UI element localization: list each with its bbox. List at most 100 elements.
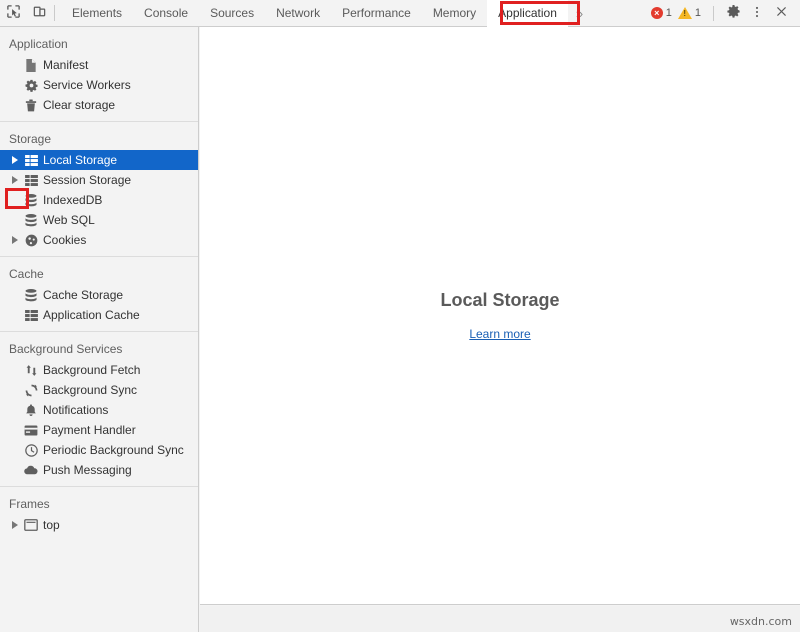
gear-icon: [22, 79, 40, 92]
error-icon: ×: [651, 7, 663, 19]
sidebar-item-label: Background Sync: [40, 383, 137, 397]
tab-memory[interactable]: Memory: [422, 0, 487, 27]
expand-triangle-icon[interactable]: [8, 236, 22, 244]
bell-icon: [22, 404, 40, 417]
application-sidebar: Application Manifest Service Workers: [0, 27, 199, 632]
expand-triangle-icon[interactable]: [8, 521, 22, 529]
sidebar-section-frames: Frames top: [0, 486, 198, 541]
sidebar-item-label: Periodic Background Sync: [40, 443, 184, 457]
sidebar-item-service-workers[interactable]: Service Workers: [0, 75, 198, 95]
sidebar-item-label: Notifications: [40, 403, 108, 417]
sidebar-item-session-storage[interactable]: Session Storage: [0, 170, 198, 190]
clock-icon: [22, 444, 40, 457]
sidebar-item-indexeddb[interactable]: IndexedDB: [0, 190, 198, 210]
kebab-menu-icon: [750, 5, 764, 22]
tab-elements[interactable]: Elements: [61, 0, 133, 27]
sidebar-item-notifications[interactable]: Notifications: [0, 400, 198, 420]
devtools-toolbar: Elements Console Sources Network Perform…: [0, 0, 800, 27]
storage-empty-view: Local Storage Learn more: [200, 27, 800, 605]
sidebar-item-label: Payment Handler: [40, 423, 136, 437]
updown-arrows-icon: [22, 364, 40, 377]
warning-icon: [678, 7, 692, 19]
device-toolbar-icon: [32, 4, 47, 22]
settings-button[interactable]: [722, 2, 744, 24]
page-title: Local Storage: [440, 290, 559, 311]
tab-performance[interactable]: Performance: [331, 0, 422, 27]
table-icon: [22, 175, 40, 186]
error-counter[interactable]: × 1: [651, 7, 672, 19]
sidebar-item-application-cache[interactable]: Application Cache: [0, 305, 198, 325]
trash-icon: [22, 99, 40, 112]
toolbar-divider: [54, 5, 55, 21]
cookie-icon: [22, 234, 40, 247]
toolbar-right-group: × 1 1: [651, 2, 800, 24]
sidebar-item-label: IndexedDB: [40, 193, 102, 207]
sidebar-item-local-storage[interactable]: Local Storage: [0, 150, 198, 170]
tab-network[interactable]: Network: [265, 0, 331, 27]
sync-icon: [22, 384, 40, 397]
table-icon: [22, 310, 40, 321]
sidebar-section-application: Application Manifest Service Workers: [0, 27, 198, 121]
sidebar-section-background-services: Background Services Background Fetch: [0, 331, 198, 486]
section-title-frames: Frames: [0, 487, 198, 515]
sidebar-item-push-messaging[interactable]: Push Messaging: [0, 460, 198, 480]
database-icon: [22, 194, 40, 207]
sidebar-section-cache: Cache Cache Storage Applica: [0, 256, 198, 331]
toolbar-divider-right: [713, 6, 714, 21]
sidebar-item-label: Background Fetch: [40, 363, 140, 377]
sidebar-item-label: Cookies: [40, 233, 86, 247]
panel-footer: [200, 606, 800, 632]
sidebar-item-payment-handler[interactable]: Payment Handler: [0, 420, 198, 440]
sidebar-item-top-frame[interactable]: top: [0, 515, 198, 535]
tab-sources[interactable]: Sources: [199, 0, 265, 27]
sidebar-item-periodic-background-sync[interactable]: Periodic Background Sync: [0, 440, 198, 460]
sidebar-item-cookies[interactable]: Cookies: [0, 230, 198, 250]
close-icon: [775, 5, 788, 21]
learn-more-link[interactable]: Learn more: [469, 327, 530, 341]
sidebar-section-storage: Storage Local Storage Sessi: [0, 121, 198, 256]
expand-triangle-icon[interactable]: [8, 176, 22, 184]
section-title-storage: Storage: [0, 122, 198, 150]
panel-tabs: Elements Console Sources Network Perform…: [61, 0, 591, 27]
table-icon: [22, 155, 40, 166]
database-icon: [22, 289, 40, 302]
sidebar-item-label: Web SQL: [40, 213, 95, 227]
sidebar-item-web-sql[interactable]: Web SQL: [0, 210, 198, 230]
database-icon: [22, 214, 40, 227]
more-options-button[interactable]: [746, 2, 768, 24]
sidebar-item-background-fetch[interactable]: Background Fetch: [0, 360, 198, 380]
sidebar-item-label: Application Cache: [40, 308, 140, 322]
device-toolbar-button[interactable]: [26, 0, 52, 26]
sidebar-item-background-sync[interactable]: Background Sync: [0, 380, 198, 400]
close-devtools-button[interactable]: [770, 2, 792, 24]
sidebar-item-manifest[interactable]: Manifest: [0, 55, 198, 75]
expand-triangle-icon[interactable]: [8, 156, 22, 164]
sidebar-item-label: Cache Storage: [40, 288, 123, 302]
inspect-cursor-icon: [6, 4, 21, 22]
tab-console[interactable]: Console: [133, 0, 199, 27]
credit-card-icon: [22, 425, 40, 436]
sidebar-item-label: Session Storage: [40, 173, 131, 187]
sidebar-item-label: Clear storage: [40, 98, 115, 112]
warning-counter[interactable]: 1: [678, 7, 701, 19]
inspect-element-button[interactable]: [0, 0, 26, 26]
watermark: wsxdn.com: [730, 615, 792, 628]
sidebar-item-label: Manifest: [40, 58, 88, 72]
tab-application[interactable]: Application: [487, 0, 568, 27]
sidebar-item-label: Push Messaging: [40, 463, 132, 477]
section-title-cache: Cache: [0, 257, 198, 285]
more-tabs-chevron-icon[interactable]: »: [568, 0, 591, 27]
section-title-background-services: Background Services: [0, 332, 198, 360]
error-count: 1: [666, 7, 672, 19]
sidebar-item-cache-storage[interactable]: Cache Storage: [0, 285, 198, 305]
sidebar-item-clear-storage[interactable]: Clear storage: [0, 95, 198, 115]
sidebar-item-label: top: [40, 518, 60, 532]
document-icon: [22, 59, 40, 72]
sidebar-item-label: Local Storage: [40, 153, 117, 167]
cloud-icon: [22, 465, 40, 475]
gear-icon: [726, 4, 741, 22]
sidebar-item-label: Service Workers: [40, 78, 131, 92]
frame-icon: [22, 519, 40, 531]
warning-count: 1: [695, 7, 701, 19]
section-title-application: Application: [0, 27, 198, 55]
